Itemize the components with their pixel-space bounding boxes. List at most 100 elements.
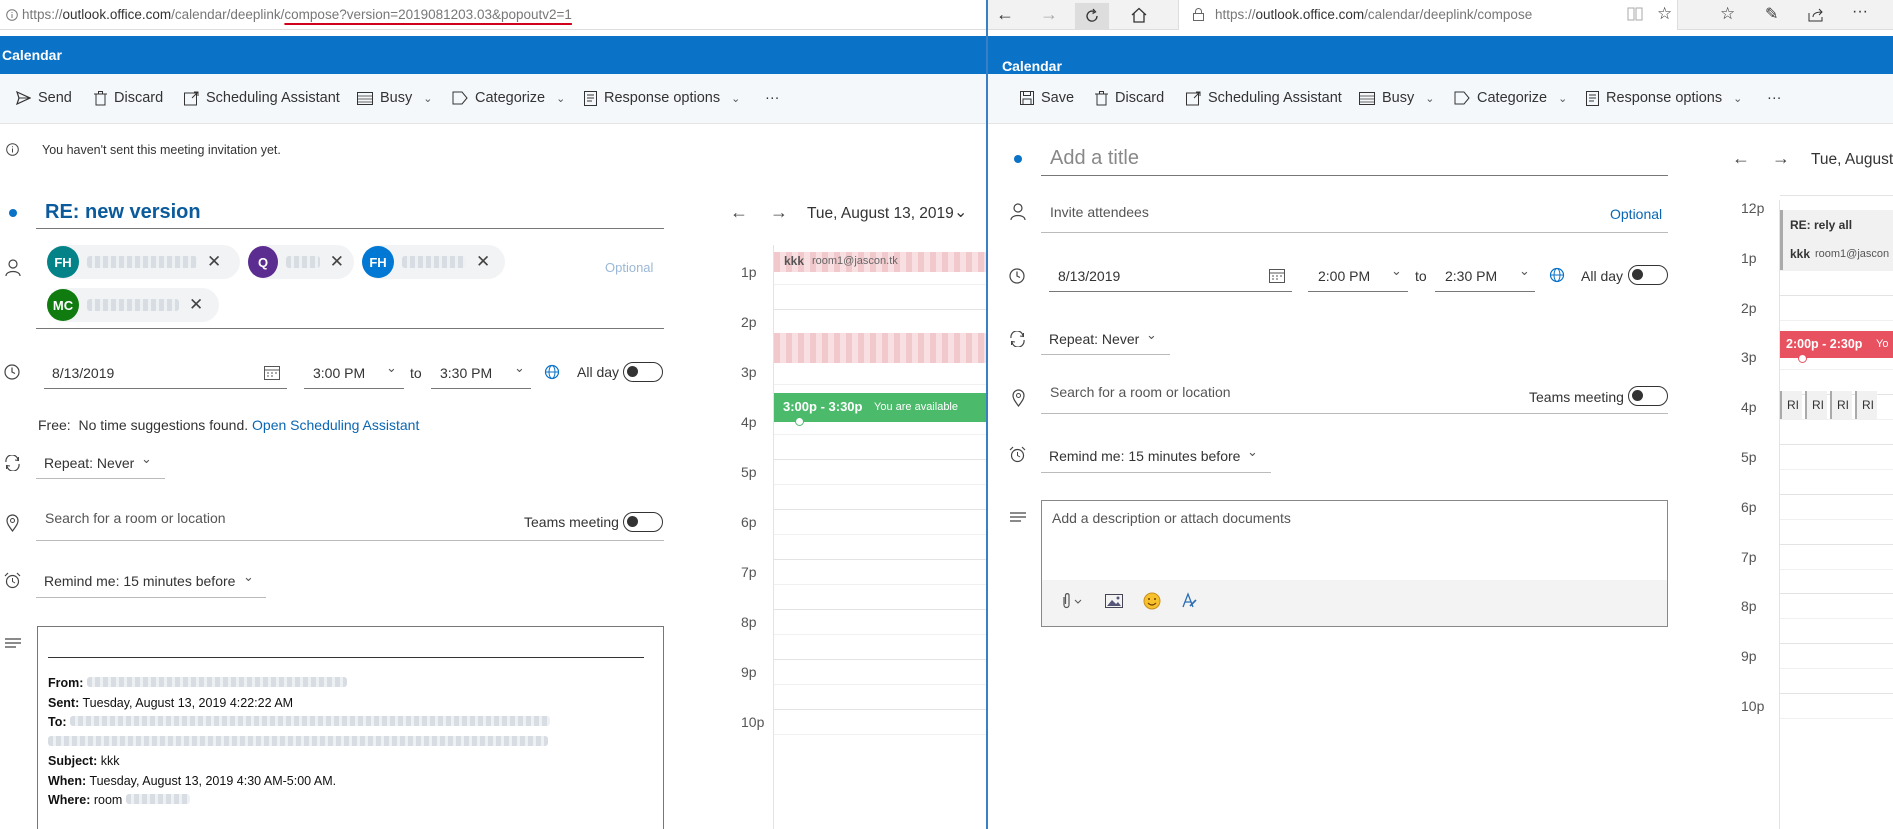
event-title-input[interactable]: RE: new version — [45, 201, 201, 224]
new-event-block[interactable]: 2:00p - 2:30p Yo — [1780, 331, 1893, 358]
location-input[interactable]: Search for a room or location — [1050, 384, 1231, 400]
calendar-icon[interactable] — [264, 365, 280, 383]
chevron-down-icon[interactable]: ⌄ — [1146, 327, 1157, 343]
send-button[interactable]: Send — [16, 90, 72, 106]
discard-button[interactable]: Discard — [94, 90, 163, 106]
resize-handle[interactable] — [1798, 354, 1807, 363]
chevron-down-icon[interactable]: ⌄ — [514, 360, 525, 376]
app-title[interactable]: Calendar — [2, 47, 62, 63]
resize-handle[interactable] — [795, 417, 804, 426]
chevron-down-icon[interactable]: ⌄ — [386, 360, 397, 376]
description-editor[interactable]: Add a description or attach documents — [1041, 500, 1668, 627]
home-icon[interactable] — [1131, 7, 1147, 26]
more-options-button[interactable]: ··· — [1767, 90, 1782, 106]
location-input[interactable]: Search for a room or location — [45, 510, 226, 526]
start-time-dropdown[interactable]: 3:00 PM — [313, 365, 365, 381]
chevron-down-icon[interactable]: ⌄ — [1247, 444, 1258, 460]
chevron-down-icon[interactable]: ⌄ — [243, 569, 254, 585]
reminder-dropdown[interactable]: Remind me: 15 minutes before — [44, 573, 235, 589]
optional-attendees-link[interactable]: Optional — [1610, 206, 1662, 222]
chevron-down-icon[interactable]: ⌄ — [954, 202, 967, 222]
emoji-icon[interactable] — [1143, 592, 1161, 613]
info-icon[interactable] — [6, 8, 18, 24]
save-button[interactable]: Save — [1020, 90, 1074, 106]
calendar-icon[interactable] — [1269, 268, 1285, 286]
chevron-down-icon[interactable]: ⌄ — [1519, 263, 1530, 279]
app-header: Calendar — [0, 36, 986, 74]
more-menu-icon[interactable]: ··· — [1852, 3, 1868, 21]
share-icon[interactable] — [1808, 8, 1824, 25]
all-day-toggle[interactable] — [1628, 265, 1668, 285]
calendar-color-dot[interactable] — [1014, 155, 1022, 163]
attendee-chip[interactable]: MC ✕ — [47, 288, 219, 322]
reading-view-icon[interactable] — [1627, 7, 1643, 24]
event-title-input[interactable]: Add a title — [1050, 147, 1139, 170]
calendar-color-dot[interactable] — [9, 209, 17, 217]
forward-arrow-icon[interactable]: → — [1040, 4, 1058, 25]
attendee-chip[interactable]: FH ✕ — [362, 245, 505, 279]
insert-picture-icon[interactable] — [1105, 594, 1123, 611]
refresh-button[interactable] — [1075, 3, 1109, 29]
close-icon[interactable]: ✕ — [476, 252, 490, 272]
start-time-dropdown[interactable]: 2:00 PM — [1318, 268, 1370, 284]
overlapping-event[interactable]: RI — [1830, 391, 1852, 419]
url-text[interactable]: https://outlook.office.com/calendar/deep… — [22, 7, 572, 22]
close-icon[interactable]: ✕ — [207, 252, 221, 272]
pen-icon[interactable]: ✎ — [1765, 4, 1778, 24]
categorize-dropdown[interactable]: Categorize ⌄ — [452, 90, 565, 106]
busy-block[interactable] — [774, 333, 986, 363]
event-room: room1@jascon — [1815, 248, 1890, 260]
end-time-dropdown[interactable]: 3:30 PM — [440, 365, 492, 381]
repeat-dropdown[interactable]: Repeat: Never — [1049, 331, 1139, 347]
busy-dropdown[interactable]: Busy ⌄ — [357, 90, 432, 106]
response-options-dropdown[interactable]: Response options ⌄ — [584, 90, 740, 106]
open-scheduling-assistant-link[interactable]: Open Scheduling Assistant — [252, 417, 419, 433]
favorites-list-icon[interactable]: ☆ — [1720, 4, 1735, 24]
teams-meeting-toggle[interactable] — [1628, 386, 1668, 406]
scheduling-assistant-button[interactable]: Scheduling Assistant — [184, 90, 340, 106]
repeat-dropdown[interactable]: Repeat: Never — [44, 455, 134, 471]
previous-day-arrow-icon[interactable]: ← — [730, 202, 748, 223]
address-bar[interactable]: https://outlook.office.com/calendar/deep… — [1178, 0, 1678, 30]
calendar-date-label[interactable]: Tue, August — [1811, 151, 1893, 169]
event-rely-all[interactable]: RE: rely all kkk room1@jascon — [1780, 210, 1893, 270]
invite-attendees-input[interactable]: Invite attendees — [1050, 204, 1149, 220]
busy-dropdown[interactable]: Busy ⌄ — [1359, 90, 1434, 106]
busy-event-kkk[interactable]: kkk room1@jascon.tk — [774, 252, 986, 272]
message-body-editor[interactable]: From: Sent: Tuesday, August 13, 2019 4:2… — [37, 626, 664, 829]
next-day-arrow-icon[interactable]: → — [770, 202, 788, 223]
attendee-chip[interactable]: Q ✕ — [248, 245, 354, 279]
previous-day-arrow-icon[interactable]: ← — [1732, 148, 1750, 169]
timezone-globe-icon[interactable] — [1549, 267, 1565, 286]
reminder-dropdown[interactable]: Remind me: 15 minutes before — [1049, 448, 1240, 464]
scheduling-assistant-button[interactable]: Scheduling Assistant — [1186, 90, 1342, 106]
calendar-date-label[interactable]: Tue, August 13, 2019 — [807, 205, 954, 223]
overlapping-event[interactable]: RI — [1855, 391, 1877, 419]
optional-attendees-link[interactable]: Optional — [605, 260, 653, 275]
response-options-dropdown[interactable]: Response options ⌄ — [1586, 90, 1742, 106]
chevron-down-icon[interactable]: ⌄ — [1391, 263, 1402, 279]
attach-icon[interactable] — [1058, 592, 1084, 613]
more-options-button[interactable]: ··· — [765, 90, 780, 106]
end-time-dropdown[interactable]: 2:30 PM — [1445, 268, 1497, 284]
back-arrow-icon[interactable]: ← — [996, 4, 1014, 25]
new-event-block[interactable]: 3:00p - 3:30p You are available — [774, 393, 986, 422]
discard-button[interactable]: Discard — [1095, 90, 1164, 106]
close-icon[interactable]: ✕ — [330, 252, 344, 272]
start-date-input[interactable]: 8/13/2019 — [52, 365, 114, 381]
close-icon[interactable]: ✕ — [189, 295, 203, 315]
overlapping-event[interactable]: RI — [1780, 391, 1802, 419]
timezone-globe-icon[interactable] — [544, 364, 560, 383]
chevron-down-icon[interactable]: ⌄ — [141, 451, 152, 467]
all-day-toggle[interactable] — [623, 362, 663, 382]
start-date-input[interactable]: 8/13/2019 — [1058, 268, 1120, 284]
url-text[interactable]: https://outlook.office.com/calendar/deep… — [1215, 7, 1532, 22]
categorize-dropdown[interactable]: Categorize ⌄ — [1454, 90, 1567, 106]
attendee-chip[interactable]: FH ✕ — [47, 245, 240, 279]
teams-meeting-toggle[interactable] — [623, 512, 663, 532]
address-bar[interactable]: https://outlook.office.com/calendar/deep… — [0, 0, 986, 30]
next-day-arrow-icon[interactable]: → — [1772, 148, 1790, 169]
overlapping-event[interactable]: RI — [1805, 391, 1827, 419]
favorite-star-icon[interactable]: ☆ — [1657, 4, 1672, 24]
format-text-icon[interactable] — [1180, 592, 1198, 613]
